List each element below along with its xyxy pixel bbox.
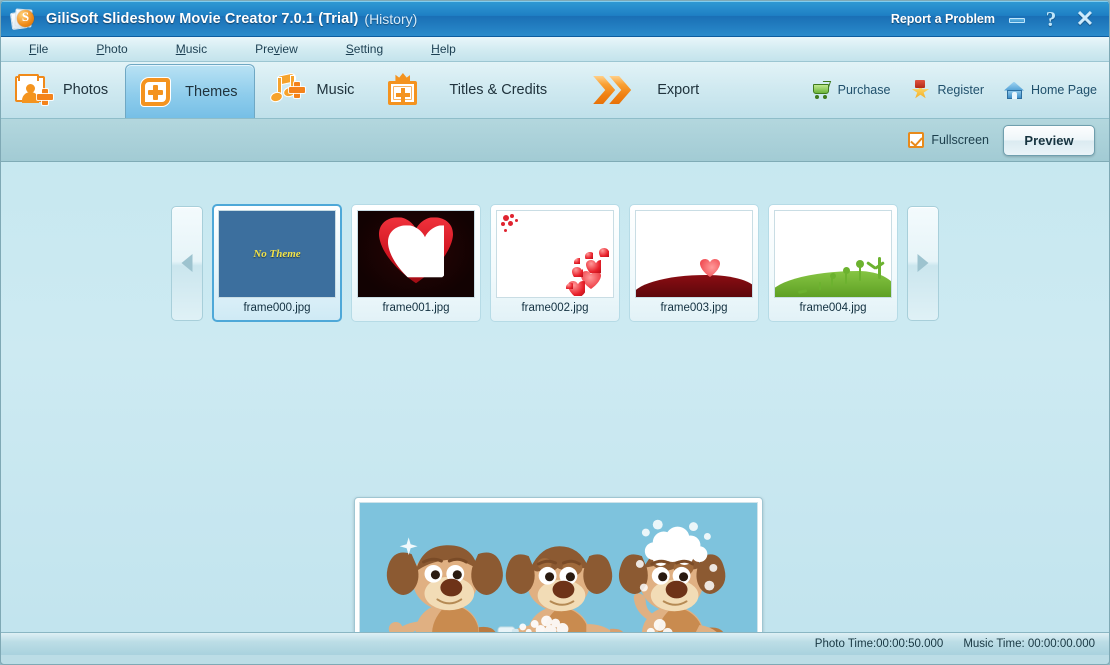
theme-item-label: frame000.jpg [243,302,311,314]
title-bar: GiliSoft Slideshow Movie Creator 7.0.1 (… [1,1,1109,37]
minimize-button[interactable] [1005,7,1029,31]
menu-item-music-rest: usic [185,42,208,56]
tab-titles-credits-label: Titles & Credits [449,82,548,98]
tab-photos-label: Photos [63,82,109,98]
register-label: Register [937,83,984,97]
menu-item-file-rest: ile [36,42,49,56]
tab-export[interactable]: Export [564,62,716,118]
minimize-icon [1009,17,1025,23]
menu-item-file[interactable]: File [19,40,58,58]
tab-titles-credits[interactable]: Titles & Credits [371,62,564,118]
tab-photos[interactable]: Photos [1,62,125,118]
three-cartoon-dogs-illustration [360,503,757,632]
tab-themes[interactable]: Themes [125,64,255,118]
checkbox-checked-icon [908,132,925,148]
history-label: (History) [364,10,418,27]
menu-item-music[interactable]: Music [166,40,217,58]
double-chevron-right-icon [593,73,637,107]
tab-export-label: Export [657,82,700,98]
theme-item-label: frame001.jpg [382,302,450,314]
theme-scroll-right-button[interactable] [907,205,939,321]
theme-scroll-left-button[interactable] [171,205,203,321]
menu-item-preview[interactable]: Preview [245,40,308,58]
menu-item-help[interactable]: Help [421,40,466,58]
help-button[interactable]: ? [1039,7,1063,31]
register-link[interactable]: Register [910,79,984,101]
theme-thumbnail-strip: No Theme frame000.jpg frame001.jpg frame… [1,204,1109,322]
purchase-link[interactable]: Purchase [811,80,891,101]
tab-music[interactable]: Music [255,62,372,118]
menu-item-photo[interactable]: Photo [86,40,137,58]
main-content: No Theme frame000.jpg frame001.jpg frame… [1,162,1109,632]
theme-item-label: frame002.jpg [521,302,589,314]
add-photos-icon [15,74,53,105]
theme-thumbnail-image [774,210,892,298]
application-window: GiliSoft Slideshow Movie Creator 7.0.1 (… [0,0,1110,665]
theme-thumbnail-image [357,210,475,298]
theme-thumbnail-image [496,210,614,298]
menu-item-setting[interactable]: Setting [336,40,393,58]
purchase-label: Purchase [837,83,891,97]
question-mark-icon: ? [1045,6,1057,31]
preview-image [359,502,758,632]
preview-button[interactable]: Preview [1003,124,1095,156]
tab-music-label: Music [316,82,355,98]
menu-item-setting-rest: etting [353,42,384,56]
tab-themes-label: Themes [185,83,238,100]
star-badge-icon [910,79,931,101]
theme-thumbnail-image [635,210,753,298]
chevron-right-icon [917,254,929,272]
home-page-label: Home Page [1030,83,1097,97]
menu-item-preview-b: iew [279,42,298,56]
fullscreen-checkbox[interactable]: Fullscreen [908,132,989,148]
theme-preview-panel[interactable] [354,497,763,632]
theme-item-frame004[interactable]: frame004.jpg [768,204,898,322]
add-theme-icon [139,76,175,108]
theme-item-frame003[interactable]: frame003.jpg [629,204,759,322]
toolbar-links: Purchase Register Home Page [811,62,1109,118]
theme-item-frame001[interactable]: frame001.jpg [351,204,481,322]
theme-thumbnail-image: No Theme [218,210,336,298]
page-title: GiliSoft Slideshow Movie Creator 7.0.1 (… [46,10,359,27]
close-icon: ✕ [1075,5,1095,31]
menu-item-preview-a: Pre [255,42,274,56]
photo-time-status: Photo Time:00:00:50.000 [814,638,944,650]
menu-item-photo-rest: hoto [104,42,128,56]
chevron-left-icon [181,254,193,272]
main-toolbar: Photos Themes Music Titles & Credits Exp… [1,62,1109,119]
home-icon [1003,80,1025,101]
add-titles-icon [385,73,421,107]
report-problem-link[interactable]: Report a Problem [891,12,995,26]
theme-item-frame000[interactable]: No Theme frame000.jpg [212,204,342,322]
menu-item-help-rest: elp [439,42,456,56]
theme-item-frame002[interactable]: frame002.jpg [490,204,620,322]
shopping-cart-icon [811,80,832,101]
app-logo-icon [9,5,39,33]
home-page-link[interactable]: Home Page [1003,80,1097,101]
add-music-icon [269,73,307,106]
fullscreen-label: Fullscreen [931,133,989,147]
close-button[interactable]: ✕ [1073,5,1097,31]
no-theme-caption: No Theme [253,248,301,260]
status-bar: Photo Time:00:00:50.000 Music Time: 00:0… [1,632,1109,655]
title-bar-controls: Report a Problem ? ✕ [891,5,1109,31]
theme-item-label: frame004.jpg [799,302,867,314]
action-bar: Fullscreen Preview [1,119,1109,162]
theme-item-label: frame003.jpg [660,302,728,314]
menu-bar: File Photo Music Preview Setting Help [1,37,1109,62]
music-time-status: Music Time: 00:00:00.000 [963,638,1095,650]
